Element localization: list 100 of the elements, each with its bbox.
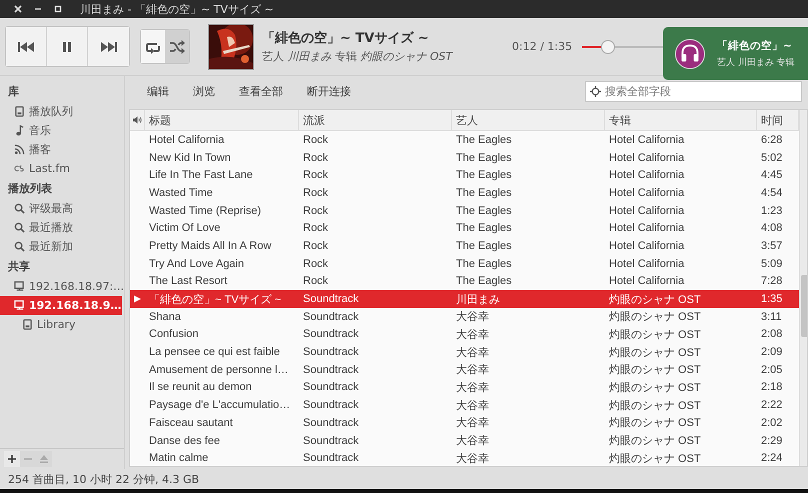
table-row[interactable]: Wasted Time Rock The Eagles Hotel California 4:54	[130, 184, 799, 202]
shuffle-button[interactable]	[165, 30, 189, 63]
table-cell: Wasted Time	[149, 186, 213, 199]
close-icon[interactable]	[14, 5, 22, 13]
sidebar-item[interactable]: 播客	[0, 140, 124, 159]
table-cell: Rock	[303, 275, 328, 288]
toolbar-button[interactable]: 编辑	[135, 84, 181, 98]
table-row[interactable]: Victim Of Love Rock The Eagles Hotel California 4:08	[130, 219, 799, 238]
document-icon	[14, 106, 25, 117]
table-row[interactable]: Amusement de personne l… Soundtrack 大谷幸 灼眼のシャナ OST 2:05	[130, 360, 799, 379]
notification-title: 「緋色の空」~	[717, 38, 793, 52]
table-cell: 2:24	[761, 452, 782, 464]
table-row[interactable]: Matin calme Soundtrack 大谷幸 灼眼のシャナ OST 2:24	[130, 449, 799, 466]
sidebar-item[interactable]: Library	[0, 315, 124, 334]
computer-icon	[14, 281, 25, 292]
toolbar-button[interactable]: 浏览	[181, 84, 227, 98]
table-cell: 大谷幸	[456, 364, 489, 376]
table-cell: Rock	[303, 186, 328, 199]
sidebar-item[interactable]: 192.168.18.9…	[0, 296, 122, 315]
maximize-icon[interactable]	[54, 5, 62, 13]
section-heading: 库	[7, 84, 20, 100]
speaker-icon	[133, 116, 142, 124]
table-cell: 大谷幸	[456, 346, 489, 359]
table-cell: 灼眼のシャナ OST	[609, 400, 701, 412]
table-cell: 4:08	[761, 222, 782, 234]
table-cell: Try And Love Again	[149, 258, 244, 270]
table-row[interactable]: Pretty Maids All In A Row Rock The Eagles Hotel California 3:57	[130, 237, 799, 255]
table-cell: 2:09	[761, 346, 782, 358]
skip-back-icon	[18, 42, 34, 52]
table-cell: 灼眼のシャナ OST	[609, 364, 701, 376]
section-heading: 播放列表	[6, 181, 53, 197]
shuffle-icon	[169, 40, 185, 54]
table-cell: 「緋色の空」~ TVサイズ ~	[149, 294, 282, 306]
table-row[interactable]: The Last Resort Rock The Eagles Hotel California 7:28	[130, 272, 799, 290]
table-cell: Confusion	[149, 328, 199, 340]
section-heading: 共享	[7, 259, 31, 275]
column-header[interactable]: 艺人	[456, 112, 478, 128]
table-cell: 2:29	[761, 434, 782, 447]
music-note-icon	[14, 125, 25, 136]
table-cell: Faisceau sautant	[149, 416, 233, 429]
sidebar-item[interactable]: 192.168.18.97:…	[0, 277, 124, 296]
table-cell: Rock	[303, 240, 328, 252]
table-cell: Rock	[303, 204, 328, 217]
pause-icon	[62, 42, 72, 52]
sidebar-item[interactable]: Last.fm	[0, 159, 124, 178]
table-cell: Danse des fee	[149, 434, 220, 447]
table-cell: 7:28	[761, 275, 782, 288]
table-cell: Hotel California	[609, 169, 684, 182]
table-row[interactable]: Life In The Fast Lane Rock The Eagles Hotel California 4:45	[130, 166, 799, 184]
table-cell: 灼眼のシャナ OST	[609, 346, 701, 359]
sidebar-item[interactable]: 评级最高	[0, 199, 124, 218]
add-button[interactable]	[4, 451, 20, 467]
table-row[interactable]: Paysage d'e L'accumulatio… Soundtrack 大谷幸 灼眼のシャナ OST 2:22	[130, 396, 799, 414]
table-cell: Soundtrack	[303, 310, 359, 323]
table-cell: The Eagles	[456, 240, 512, 252]
table-cell: 2:08	[761, 328, 782, 340]
sidebar-item[interactable]: 播放队列	[0, 102, 124, 121]
rss-icon	[14, 144, 25, 155]
repeat-button[interactable]	[141, 30, 165, 63]
table-cell: 3:11	[761, 310, 782, 323]
sidebar-item[interactable]: 音乐	[0, 121, 124, 140]
table-row[interactable]: Wasted Time (Reprise) Rock The Eagles Hotel California 1:23	[130, 202, 799, 220]
table-row[interactable]: Il se reunit au demon Soundtrack 大谷幸 灼眼のシャナ OST 2:18	[130, 378, 799, 396]
table-cell: Soundtrack	[303, 346, 359, 358]
column-header[interactable]: 流派	[303, 112, 325, 128]
table-cell: 3:57	[761, 240, 782, 252]
table-cell: 5:02	[761, 152, 782, 164]
table-cell: Life In The Fast Lane	[149, 169, 253, 182]
table-cell: Hotel California	[609, 186, 684, 199]
table-cell: The Eagles	[456, 275, 512, 288]
column-header[interactable]: 专辑	[609, 112, 631, 128]
previous-button[interactable]	[6, 27, 47, 66]
play-icon	[134, 295, 141, 304]
scrollbar-thumb[interactable]	[801, 275, 807, 337]
table-row[interactable]: Danse des fee Soundtrack 大谷幸 灼眼のシャナ OST 2:29	[130, 432, 799, 450]
table-cell: Il se reunit au demon	[149, 381, 252, 394]
table-row[interactable]: Confusion Soundtrack 大谷幸 灼眼のシャナ OST 2:08	[130, 326, 799, 344]
table-row[interactable]: 「緋色の空」~ TVサイズ ~ Soundtrack 川田まみ 灼眼のシャナ OST 1:35	[130, 290, 799, 308]
table-cell: The Last Resort	[149, 275, 228, 288]
table-cell: La pensee ce qui est faible	[149, 346, 280, 358]
sidebar-item[interactable]: 最近新加	[0, 237, 124, 256]
table-cell: Victim Of Love	[149, 222, 220, 234]
table-cell: 5:09	[761, 258, 782, 270]
table-row[interactable]: La pensee ce qui est faible Soundtrack 大谷幸 灼眼のシャナ OST 2:09	[130, 343, 799, 361]
search-field[interactable]: 搜索全部字段	[585, 80, 802, 102]
table-cell: 2:22	[761, 399, 782, 412]
table-row[interactable]: Hotel California Rock The Eagles Hotel California 6:28	[130, 131, 799, 149]
table-cell: 1:35	[761, 293, 782, 306]
toolbar-button[interactable]: 查看全部	[227, 84, 295, 98]
column-header[interactable]: 标题	[149, 112, 171, 128]
table-row[interactable]: New Kid In Town Rock The Eagles Hotel California 5:02	[130, 148, 799, 166]
table-cell: 6:28	[761, 134, 782, 146]
column-header[interactable]: 时间	[761, 112, 783, 128]
sidebar-item[interactable]: 最近播放	[0, 218, 124, 237]
toolbar-button[interactable]: 断开连接	[295, 84, 363, 98]
table-cell: 灼眼のシャナ OST	[609, 435, 701, 448]
table-row[interactable]: Shana Soundtrack 大谷幸 灼眼のシャナ OST 3:11	[130, 308, 799, 326]
table-row[interactable]: Faisceau sautant Soundtrack 大谷幸 灼眼のシャナ OST 2:02	[130, 414, 799, 432]
table-cell: Hotel California	[149, 134, 224, 146]
table-row[interactable]: Try And Love Again Rock The Eagles Hotel California 5:09	[130, 254, 799, 272]
